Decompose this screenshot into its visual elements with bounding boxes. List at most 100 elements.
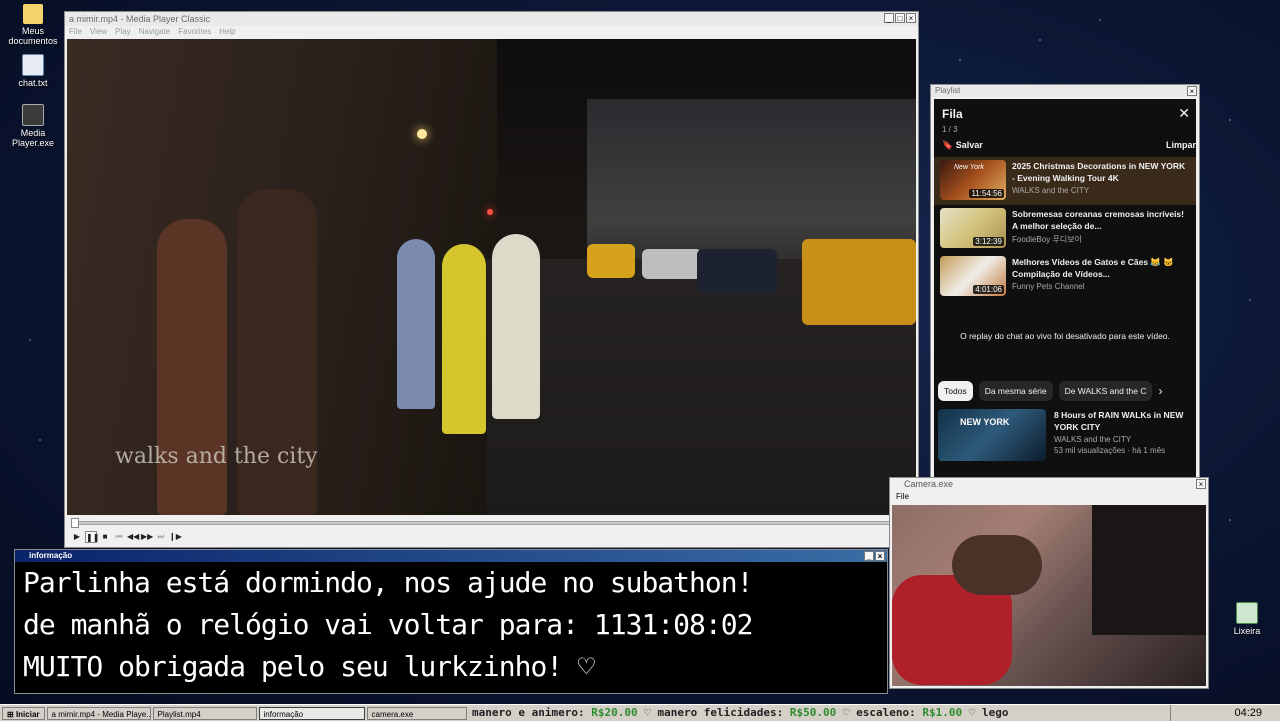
close-icon[interactable]: ✕ [1178, 105, 1190, 122]
save-button[interactable]: 🔖 Salvar [942, 140, 983, 151]
media-player-window: a mimir.mp4 - Media Player Classic _ □ ×… [64, 11, 919, 548]
clock[interactable]: 04:29 [1234, 707, 1262, 719]
ticker-name: manero felicidades: [657, 706, 784, 719]
taskbar: ⊞ Iniciar a mimir.mp4 - Media Playe... P… [0, 704, 1280, 721]
playlist-titlebar[interactable]: Playlist × [931, 85, 1199, 97]
chat-txt-desktop-icon[interactable]: chat.txt [0, 54, 66, 88]
chevron-right-icon[interactable]: › [1158, 384, 1162, 398]
video-person [157, 219, 227, 515]
chip-same-series[interactable]: Da mesma série [978, 381, 1053, 401]
video-person [397, 239, 435, 409]
system-tray: 04:29 [1170, 705, 1280, 721]
clear-button[interactable]: Limpar [1166, 140, 1196, 151]
chat-disabled-message: O replay do chat ao vivo foi desativado … [960, 331, 1170, 341]
video-person [492, 234, 540, 419]
taskbar-camera[interactable]: camera.exe [366, 706, 467, 720]
media-player-titlebar[interactable]: a mimir.mp4 - Media Player Classic _ □ × [65, 12, 918, 26]
taskbar-media-player[interactable]: a mimir.mp4 - Media Playe... [46, 706, 151, 720]
duration-badge: 3:12:39 [973, 237, 1004, 246]
menu-view[interactable]: View [90, 26, 107, 38]
recycle-bin-desktop-icon[interactable]: Lixeira [1214, 602, 1280, 636]
menu-favorites[interactable]: Favorites [178, 26, 211, 38]
queue-item[interactable]: New York 11:54:56 2025 Christmas Decorat… [934, 157, 1196, 205]
menu-play[interactable]: Play [115, 26, 131, 38]
camera-window: Camera.exe × File [889, 477, 1209, 689]
video-title: Sobremesas coreanas cremosas incríveis! … [1012, 209, 1184, 231]
window-title: a mimir.mp4 - Media Player Classic [69, 14, 211, 24]
minimize-button[interactable]: _ [864, 551, 874, 561]
seek-thumb[interactable] [71, 518, 79, 528]
menu-file[interactable]: File [69, 26, 82, 38]
info-window: informação _ × Parlinha está dormindo, n… [14, 549, 888, 694]
my-documents-desktop-icon[interactable]: Meus documentos [0, 4, 66, 46]
queue-item[interactable]: 3:12:39 Sobremesas coreanas cremosas inc… [934, 205, 1196, 253]
rewind-icon[interactable]: ◀◀ [127, 531, 139, 543]
maximize-button[interactable]: □ [895, 13, 905, 23]
chip-from-channel[interactable]: De WALKS and the C [1058, 381, 1153, 401]
play-icon[interactable]: ▶ [71, 531, 83, 543]
fast-forward-icon[interactable]: ▶▶ [141, 531, 153, 543]
skip-forward-icon[interactable]: ⏭ [155, 531, 167, 543]
ticker-name: manero e animero: [472, 706, 585, 719]
folder-icon [23, 4, 43, 24]
taskbar-playlist[interactable]: Playlist.mp4 [152, 706, 257, 720]
desktop-icon-label: Lixeira [1233, 626, 1261, 636]
skip-back-icon[interactable]: ⏮ [113, 531, 125, 543]
queue-count: 1 / 3 [942, 125, 958, 134]
menu-navigate[interactable]: Navigate [139, 26, 171, 38]
recommended-video[interactable]: NEW YORK 8 Hours of RAIN WALKs in NEW YO… [934, 401, 1196, 469]
video-taxi [587, 244, 635, 278]
queue-heading: Fila [942, 107, 963, 121]
taskbar-info[interactable]: informação [258, 706, 365, 720]
stop-icon[interactable]: ■ [99, 531, 111, 543]
channel-name[interactable]: Funny Pets Channel [1012, 282, 1190, 291]
channel-name[interactable]: WALKS and the CITY [1012, 186, 1190, 195]
ticker-amount: R$1.00 [922, 706, 963, 719]
video-thumbnail: 4:01:06 [940, 256, 1006, 296]
ticker-amount: R$20.00 [591, 706, 638, 719]
filter-chips: Todos Da mesma série De WALKS and the C … [934, 381, 1196, 401]
camera-shadow [1092, 505, 1206, 635]
window-title: Camera.exe [904, 479, 954, 489]
menu-help[interactable]: Help [219, 26, 235, 38]
close-button[interactable]: × [906, 13, 916, 23]
camera-menu-file[interactable]: File [890, 491, 1208, 503]
channel-name[interactable]: WALKS and the CITY [1054, 435, 1192, 444]
seek-bar[interactable] [67, 517, 916, 528]
close-button[interactable]: × [1187, 86, 1197, 96]
desktop-icon-label: chat.txt [18, 78, 48, 88]
menu-bar: File View Play Navigate Favorites Help [65, 26, 918, 38]
desktop-icon-label: Media Player.exe [11, 128, 55, 148]
bookmark-icon: 🔖 [942, 140, 954, 150]
video-traffic-light [487, 209, 493, 215]
thumbnail-text: NEW YORK [960, 417, 1010, 427]
duration-badge: 4:01:06 [973, 285, 1004, 294]
video-title: Melhores Vídeos de Gatos e Cães 😹 🐱 Comp… [1012, 257, 1174, 279]
thumbnail-text: New York [954, 164, 984, 171]
video-title: 8 Hours of RAIN WALKs in NEW YORK CITY [1054, 410, 1184, 432]
video-meta: 53 mil visualizações · há 1 mês [1054, 446, 1166, 455]
playlist-window: Playlist × Fila 1 / 3 ✕ 🔖 Salvar Limpar … [930, 84, 1200, 479]
close-button[interactable]: × [875, 551, 885, 561]
start-button[interactable]: ⊞ Iniciar [2, 706, 45, 720]
channel-name[interactable]: FoodieBoy 푸디보이 [1012, 234, 1190, 245]
video-thumbnail: NEW YORK [938, 409, 1046, 461]
video-frame[interactable]: walks and the city [67, 39, 916, 515]
ticker-name: lego [982, 706, 1009, 719]
info-titlebar[interactable]: informação _ × [15, 550, 887, 562]
video-watermark: walks and the city [115, 444, 318, 469]
media-player-desktop-icon[interactable]: Media Player.exe [0, 104, 66, 148]
text-file-icon [22, 54, 44, 76]
pause-icon[interactable]: ❚❚ [85, 531, 99, 543]
frame-step-icon[interactable]: ❙▶ [169, 531, 182, 543]
camera-cat [952, 535, 1042, 595]
minimize-button[interactable]: _ [884, 13, 894, 23]
camera-titlebar[interactable]: Camera.exe × [890, 478, 1208, 491]
duration-badge: 11:54:56 [969, 189, 1004, 198]
video-car [697, 249, 777, 293]
desktop-icon-label: Meus documentos [8, 26, 58, 46]
close-button[interactable]: × [1196, 479, 1206, 489]
chip-all[interactable]: Todos [938, 381, 973, 401]
ticker-amount: R$50.00 [789, 706, 837, 719]
queue-item[interactable]: 4:01:06 Melhores Vídeos de Gatos e Cães … [934, 253, 1196, 301]
